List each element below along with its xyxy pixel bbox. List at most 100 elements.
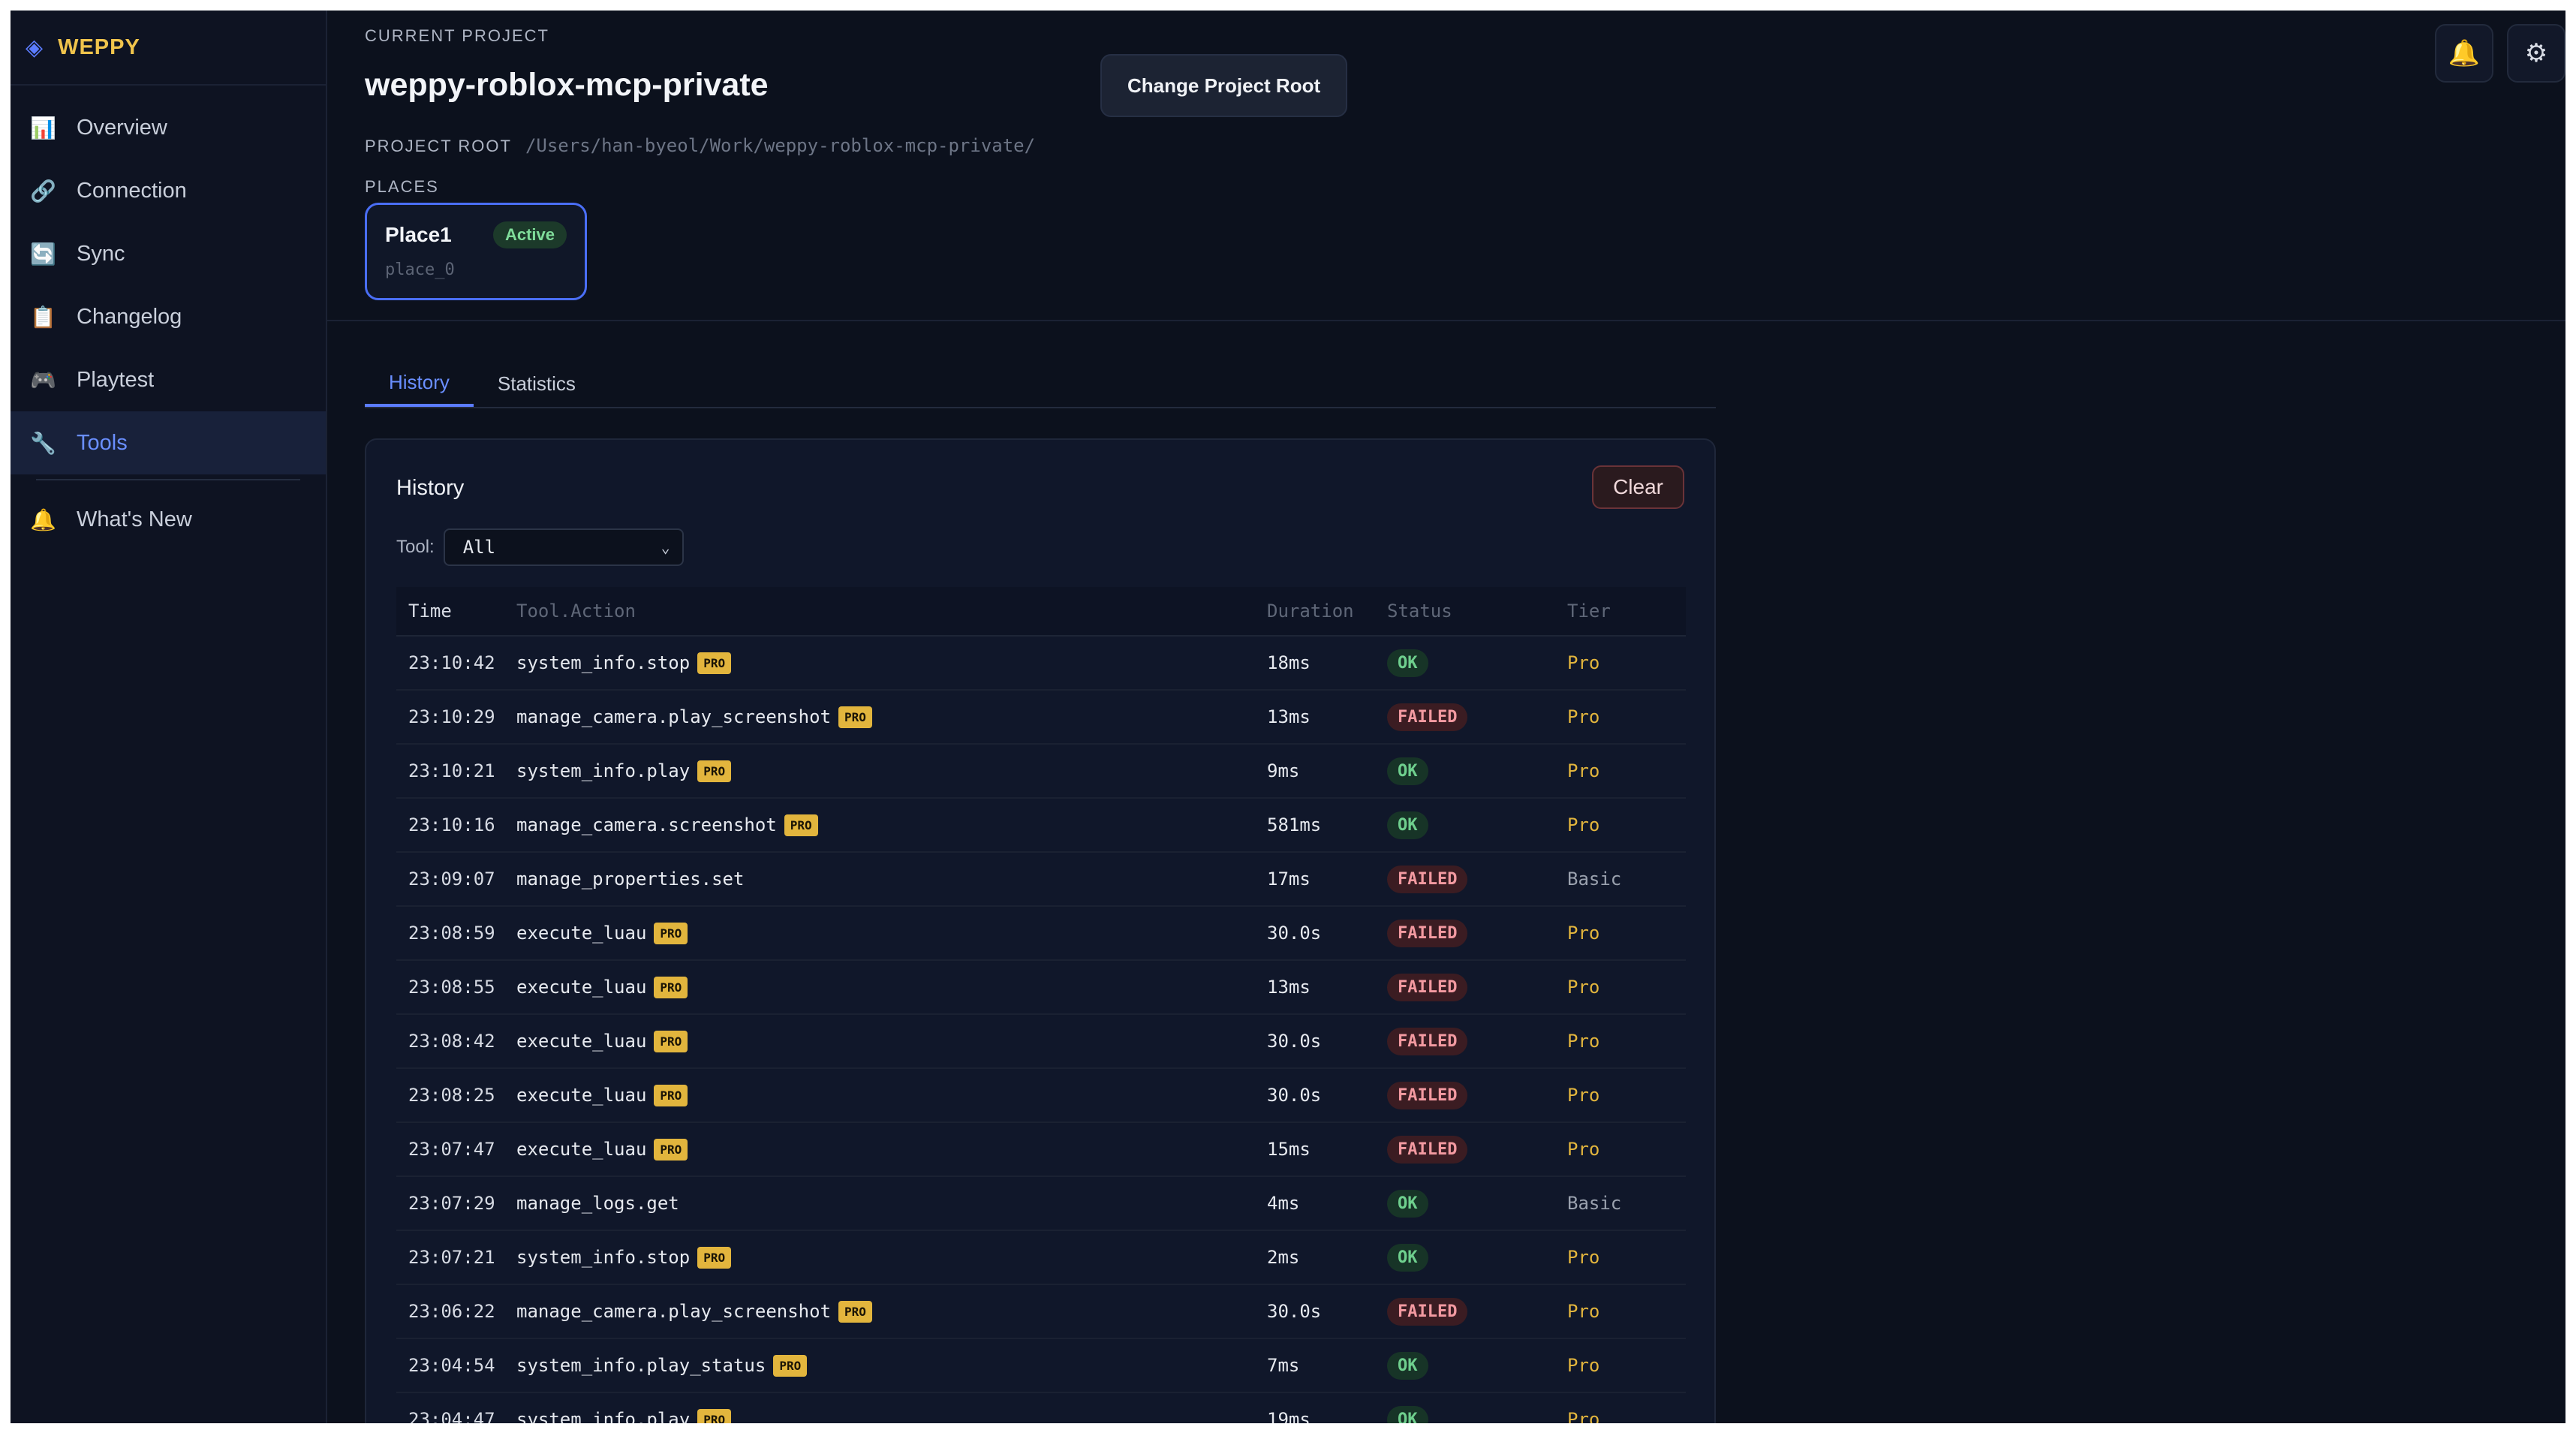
row-status: OK [1387, 757, 1567, 785]
table-row[interactable]: 23:04:47 system_info.play PRO 19ms OK Pro [396, 1393, 1686, 1423]
sidebar-item-connection[interactable]: 🔗 Connection [11, 159, 326, 222]
row-duration: 19ms [1267, 1409, 1311, 1423]
row-tier: Pro [1567, 1409, 1600, 1423]
sidebar-item-sync[interactable]: 🔄 Sync [11, 222, 326, 285]
change-project-root-button[interactable]: Change Project Root [1100, 54, 1348, 117]
row-action: manage_properties.set [516, 869, 1267, 890]
sidebar-item-playtest[interactable]: 🎮 Playtest [11, 348, 326, 411]
column-header-time: Time [408, 601, 452, 622]
row-time: 23:07:21 [408, 1247, 495, 1268]
settings-button[interactable]: ⚙ [2507, 24, 2565, 83]
row-time: 23:10:16 [408, 814, 495, 835]
row-status: OK [1387, 1405, 1567, 1423]
row-tier: Pro [1567, 1085, 1600, 1106]
tab-statistics[interactable]: Statistics [474, 360, 600, 407]
pro-badge: PRO [697, 1408, 732, 1423]
tab-bar: History Statistics [365, 360, 1716, 408]
table-row[interactable]: 23:06:22 manage_camera.play_screenshot PRO… [396, 1285, 1686, 1339]
row-time: 23:07:47 [408, 1139, 495, 1160]
table-row[interactable]: 23:07:47 execute_luau PRO 15ms FAILED Pro [396, 1123, 1686, 1177]
row-action-name: system_info.play [516, 1409, 691, 1423]
row-tier: Pro [1567, 977, 1600, 998]
row-action: execute_luau PRO [516, 976, 1267, 998]
tool-filter-label: Tool: [396, 537, 435, 557]
row-action: execute_luau PRO [516, 1138, 1267, 1161]
notifications-button[interactable]: 🔔 [2435, 24, 2493, 83]
tab-history[interactable]: History [365, 360, 474, 407]
row-action: execute_luau PRO [516, 1030, 1267, 1052]
tool-filter: Tool: All ⌄ [396, 528, 684, 566]
table-body: 23:10:42 system_info.stop PRO 18ms OK Pro 23:1… [396, 637, 1686, 1423]
row-status: FAILED [1387, 1081, 1567, 1109]
status-badge: FAILED [1387, 1081, 1468, 1109]
table-row[interactable]: 23:07:21 system_info.stop PRO 2ms OK Pro [396, 1231, 1686, 1285]
table-row[interactable]: 23:09:07 manage_properties.set 17ms FAILED B… [396, 853, 1686, 907]
row-duration: 7ms [1267, 1355, 1300, 1376]
row-tier: Pro [1567, 1031, 1600, 1052]
tool-filter-value: All [462, 537, 496, 558]
table-row[interactable]: 23:10:29 manage_camera.play_screenshot PRO… [396, 691, 1686, 745]
table-row[interactable]: 23:07:29 manage_logs.get 4ms OK Basic [396, 1177, 1686, 1231]
table-row[interactable]: 23:10:42 system_info.stop PRO 18ms OK Pro [396, 637, 1686, 691]
clear-history-button[interactable]: Clear [1592, 465, 1684, 509]
app-window: ◈ WEPPY 📊 Overview 🔗 Connection 🔄 Sync 📋 Change… [11, 11, 2565, 1423]
row-action-name: system_info.stop [516, 652, 691, 673]
row-tier: Basic [1567, 869, 1622, 890]
tool-filter-select[interactable]: All ⌄ [443, 528, 684, 566]
row-action: system_info.stop PRO [516, 652, 1267, 674]
row-status: FAILED [1387, 1135, 1567, 1164]
row-duration: 30.0s [1267, 923, 1322, 944]
project-name: weppy-roblox-mcp-private [365, 67, 769, 103]
table-row[interactable]: 23:04:54 system_info.play_status PRO 7ms OK P… [396, 1339, 1686, 1393]
pro-badge: PRO [654, 1138, 688, 1161]
row-action-name: execute_luau [516, 923, 647, 944]
clipboard-icon: 📋 [30, 305, 56, 329]
wrench-icon: 🔧 [30, 431, 56, 455]
sidebar-item-overview[interactable]: 📊 Overview [11, 96, 326, 159]
pro-badge: PRO [838, 706, 872, 728]
pro-badge: PRO [654, 1030, 688, 1052]
row-status: FAILED [1387, 1027, 1567, 1055]
table-row[interactable]: 23:08:55 execute_luau PRO 13ms FAILED Pro [396, 961, 1686, 1015]
pro-badge: PRO [697, 760, 732, 782]
row-duration: 13ms [1267, 977, 1311, 998]
row-status: OK [1387, 1351, 1567, 1380]
project-root-path: /Users/han-byeol/Work/weppy-roblox-mcp-p… [525, 135, 1036, 156]
table-row[interactable]: 23:10:16 manage_camera.screenshot PRO 581ms… [396, 799, 1686, 853]
table-row[interactable]: 23:10:21 system_info.play PRO 9ms OK Pro [396, 745, 1686, 799]
row-time: 23:07:29 [408, 1193, 495, 1214]
chart-icon: 📊 [30, 116, 56, 140]
current-project-label: CURRENT PROJECT [365, 26, 549, 45]
brand-name: WEPPY [58, 35, 140, 59]
status-badge: FAILED [1387, 973, 1468, 1001]
place-name: Place1 [385, 223, 452, 246]
row-action-name: manage_logs.get [516, 1193, 679, 1214]
row-tier: Pro [1567, 1301, 1600, 1322]
table-row[interactable]: 23:08:42 execute_luau PRO 30.0s FAILED Pro [396, 1015, 1686, 1069]
sidebar-item-label: Changelog [77, 304, 182, 329]
table-row[interactable]: 23:08:59 execute_luau PRO 30.0s FAILED Pro [396, 907, 1686, 961]
pro-badge: PRO [697, 652, 732, 674]
column-header-duration: Duration [1267, 601, 1354, 622]
table-row[interactable]: 23:08:25 execute_luau PRO 30.0s FAILED Pro [396, 1069, 1686, 1123]
status-badge: OK [1387, 1243, 1428, 1272]
row-action: execute_luau PRO [516, 922, 1267, 944]
sidebar-item-tools[interactable]: 🔧 Tools [11, 411, 326, 474]
brand[interactable]: ◈ WEPPY [11, 11, 326, 86]
row-time: 23:06:22 [408, 1301, 495, 1322]
row-action-name: execute_luau [516, 977, 647, 998]
sidebar-item-label: Sync [77, 241, 125, 266]
project-header: CURRENT PROJECT weppy-roblox-mcp-private… [327, 11, 2565, 321]
status-badge: OK [1387, 649, 1428, 677]
pro-badge: PRO [654, 1084, 688, 1106]
sync-icon: 🔄 [30, 242, 56, 266]
sidebar-item-changelog[interactable]: 📋 Changelog [11, 285, 326, 348]
row-time: 23:10:42 [408, 652, 495, 673]
row-time: 23:04:47 [408, 1409, 495, 1423]
sidebar-item-what-s-new[interactable]: 🔔 What's New [11, 488, 326, 551]
row-time: 23:08:25 [408, 1085, 495, 1106]
status-badge: FAILED [1387, 703, 1468, 731]
place-card[interactable]: Place1 Active place_0 [365, 203, 587, 300]
row-duration: 581ms [1267, 814, 1322, 835]
main-content: CURRENT PROJECT weppy-roblox-mcp-private… [327, 11, 2565, 1423]
